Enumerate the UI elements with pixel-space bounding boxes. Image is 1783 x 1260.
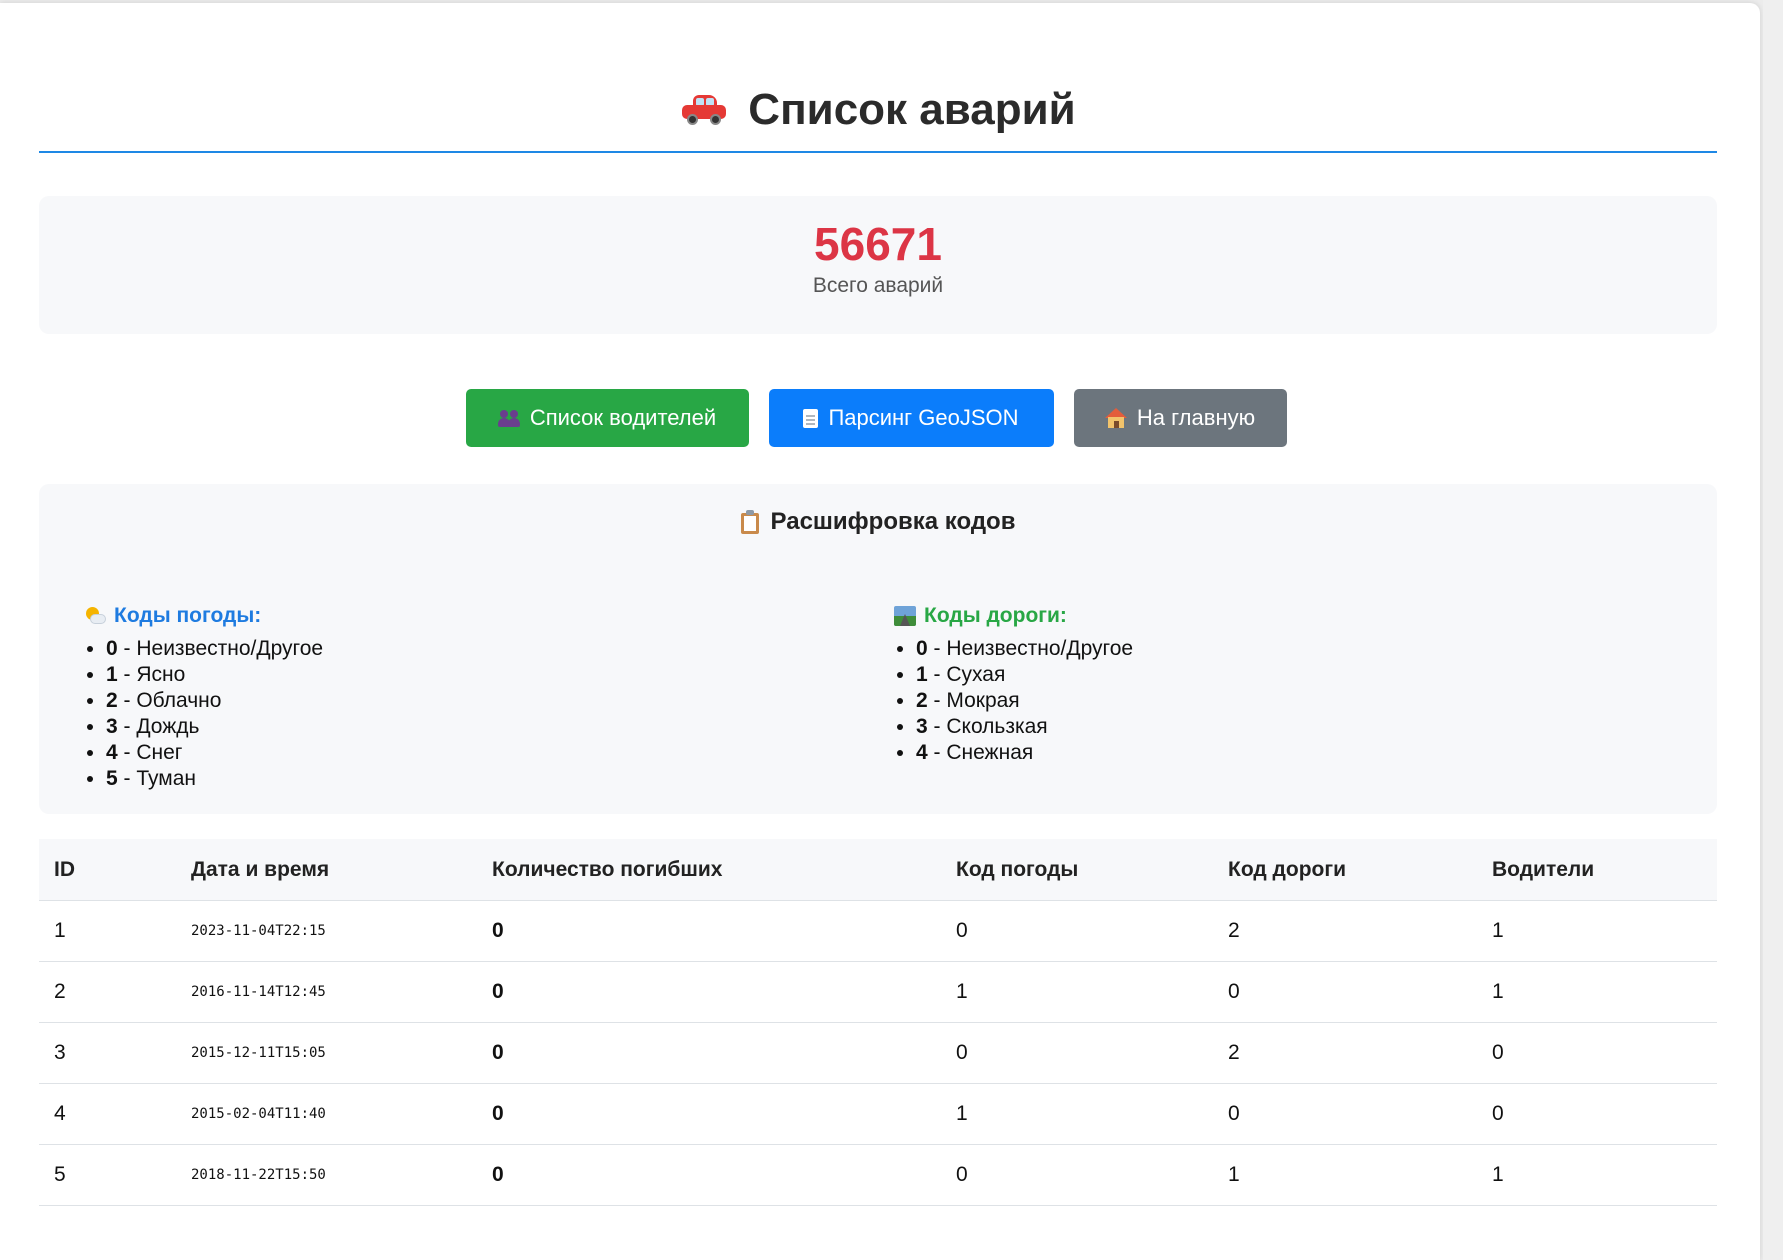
sun-cloud-icon <box>84 606 106 626</box>
col-header-drivers[interactable]: Водители <box>1477 839 1717 901</box>
cell-datetime: 2023-11-04T22:15 <box>176 900 477 962</box>
weather-codes-list: 0 - Неизвестно/Другое 1 - Ясно 2 - Облач… <box>84 636 894 792</box>
list-item: 0 - Неизвестно/Другое <box>106 636 894 662</box>
cell-drivers: 0 <box>1477 1083 1717 1145</box>
col-header-id[interactable]: ID <box>39 839 176 901</box>
car-icon <box>680 93 728 127</box>
list-item: 1 - Ясно <box>106 662 894 688</box>
table-row[interactable]: 5 2018-11-22T15:50 0 0 1 1 <box>39 1144 1717 1206</box>
total-accidents-label: Всего аварий <box>812 274 944 297</box>
cell-road-code: 2 <box>1213 1022 1477 1084</box>
geojson-parse-button-label: Парсинг GeoJSON <box>828 405 1019 430</box>
col-header-weather-code[interactable]: Код погоды <box>941 839 1213 901</box>
cell-fatalities: 0 <box>477 961 941 1023</box>
page-title-text: Список аварий <box>748 85 1076 134</box>
weather-codes: Коды погоды: 0 - Неизвестно/Другое 1 - Я… <box>84 604 894 792</box>
cell-weather-code: 1 <box>941 961 1213 1023</box>
cell-fatalities: 0 <box>477 1144 941 1206</box>
geojson-parse-button[interactable]: Парсинг GeoJSON <box>768 389 1054 447</box>
cell-weather-code: 1 <box>941 1083 1213 1145</box>
cell-road-code: 0 <box>1213 1083 1477 1145</box>
cell-road-code: 0 <box>1213 961 1477 1023</box>
cell-datetime: 2015-02-04T11:40 <box>176 1083 477 1145</box>
nav-buttons: Список водителей Парсинг GeoJSON На глав… <box>35 389 1717 447</box>
codes-title-text: Расшифровка кодов <box>770 508 1016 535</box>
codes-title: Расшифровка кодов <box>39 508 1717 536</box>
cell-id: 4 <box>39 1083 176 1145</box>
list-item: 3 - Скользкая <box>916 714 1704 740</box>
road-codes-list: 0 - Неизвестно/Другое 1 - Сухая 2 - Мокр… <box>894 636 1704 766</box>
accidents-table: ID Дата и время Количество погибших Код … <box>39 839 1717 1206</box>
cell-fatalities: 0 <box>477 1083 941 1145</box>
weather-codes-title: Коды погоды: <box>114 604 262 627</box>
road-codes: Коды дороги: 0 - Неизвестно/Другое 1 - С… <box>894 604 1704 792</box>
clipboard-icon <box>740 510 759 534</box>
table-row[interactable]: 1 2023-11-04T22:15 0 0 2 1 <box>39 900 1717 962</box>
cell-weather-code: 0 <box>941 1144 1213 1206</box>
cell-id: 1 <box>39 900 176 962</box>
cell-drivers: 0 <box>1477 1022 1717 1084</box>
cell-datetime: 2015-12-11T15:05 <box>176 1022 477 1084</box>
list-item: 0 - Неизвестно/Другое <box>916 636 1704 662</box>
cell-id: 5 <box>39 1144 176 1206</box>
cell-drivers: 1 <box>1477 900 1717 962</box>
codes-columns: Коды погоды: 0 - Неизвестно/Другое 1 - Я… <box>84 604 1744 792</box>
table-row[interactable]: 2 2016-11-14T12:45 0 1 0 1 <box>39 961 1717 1023</box>
road-codes-title: Коды дороги: <box>924 604 1067 627</box>
cell-weather-code: 0 <box>941 1022 1213 1084</box>
list-item: 2 - Мокрая <box>916 688 1704 714</box>
road-icon <box>894 606 916 626</box>
cell-road-code: 2 <box>1213 900 1477 962</box>
col-header-road-code[interactable]: Код дороги <box>1213 839 1477 901</box>
list-item: 3 - Дождь <box>106 714 894 740</box>
people-icon <box>497 409 520 427</box>
document-icon <box>803 408 819 428</box>
page-card: Список аварий 56671 Всего аварий Список … <box>0 3 1760 1260</box>
cell-id: 2 <box>39 961 176 1023</box>
total-accidents-value: 56671 <box>814 218 942 270</box>
table-header-row: ID Дата и время Количество погибших Код … <box>39 839 1717 901</box>
house-icon <box>1104 408 1127 428</box>
page-scrollbar[interactable] <box>1763 0 1783 1260</box>
total-stat-box: 56671 Всего аварий <box>39 196 1717 334</box>
col-header-datetime[interactable]: Дата и время <box>176 839 477 901</box>
drivers-list-button-label: Список водителей <box>529 405 717 430</box>
codes-legend: Расшифровка кодов Коды погоды: 0 - Неизв… <box>39 484 1717 814</box>
table-row[interactable]: 4 2015-02-04T11:40 0 1 0 0 <box>39 1083 1717 1145</box>
cell-datetime: 2016-11-14T12:45 <box>176 961 477 1023</box>
page-header: Список аварий <box>39 3 1717 153</box>
cell-weather-code: 0 <box>941 900 1213 962</box>
drivers-list-button[interactable]: Список водителей <box>465 389 749 447</box>
cell-fatalities: 0 <box>477 1022 941 1084</box>
cell-fatalities: 0 <box>477 900 941 962</box>
cell-drivers: 1 <box>1477 1144 1717 1206</box>
home-button[interactable]: На главную <box>1073 389 1287 447</box>
cell-id: 3 <box>39 1022 176 1084</box>
weather-codes-heading: Коды погоды: <box>84 604 894 628</box>
road-codes-heading: Коды дороги: <box>894 604 1704 628</box>
cell-drivers: 1 <box>1477 961 1717 1023</box>
home-button-label: На главную <box>1136 405 1256 430</box>
col-header-fatalities[interactable]: Количество погибших <box>477 839 941 901</box>
cell-datetime: 2018-11-22T15:50 <box>176 1144 477 1206</box>
list-item: 4 - Снег <box>106 740 894 766</box>
cell-road-code: 1 <box>1213 1144 1477 1206</box>
list-item: 4 - Снежная <box>916 740 1704 766</box>
list-item: 1 - Сухая <box>916 662 1704 688</box>
table-row[interactable]: 3 2015-12-11T15:05 0 0 2 0 <box>39 1022 1717 1084</box>
list-item: 2 - Облачно <box>106 688 894 714</box>
list-item: 5 - Туман <box>106 766 894 792</box>
page-title: Список аварий <box>680 83 1076 137</box>
